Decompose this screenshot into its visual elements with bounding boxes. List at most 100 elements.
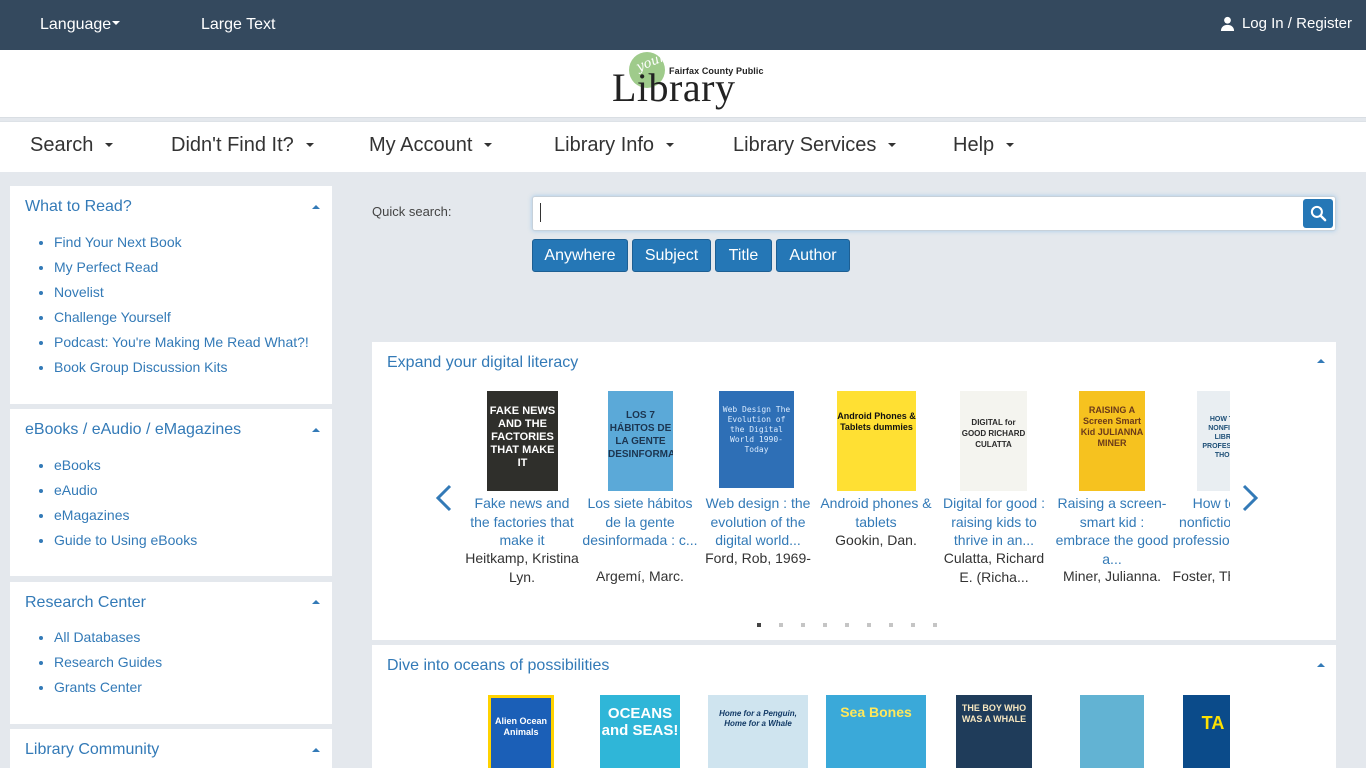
pagination-dot[interactable] [801,623,805,627]
panel-list: eBooks eAudio eMagazines Guide to Using … [54,453,197,553]
carousel-prev-arrow-icon[interactable] [434,483,454,513]
book-cover[interactable]: Home for a Penguin, Home for a Whale [708,695,808,768]
book-cover[interactable]: OCEANS and SEAS! [600,695,680,768]
nav-didnt-find-it[interactable]: Didn't Find It? [171,134,314,157]
pagination-dot[interactable] [845,623,849,627]
book-author: Argemí, Marc. [596,568,684,584]
caret-down-icon [305,143,314,147]
pagination-dot[interactable] [757,623,761,627]
pagination-dot[interactable] [889,623,893,627]
sidebar-panel-ebooks: eBooks / eAudio / eMagazines eBooks eAud… [10,409,332,576]
book-cover[interactable]: Web Design The Evolution of the Digital … [719,391,794,488]
top-bar: Language Large Text Log In / Register [0,0,1366,50]
book-cover[interactable]: HOW TO BE NONFICTION LIBRARY PROFESSIONA… [1197,391,1230,491]
nav-my-account[interactable]: My Account [369,134,493,157]
book-cover[interactable]: TA [1183,695,1230,768]
book-cover[interactable]: FAKE NEWS AND THE FACTORIES THAT MAKE IT [487,391,558,491]
sidebar-link[interactable]: Novelist [54,284,104,300]
sidebar-link[interactable]: Research Guides [54,654,162,670]
cover-text: DIGITAL for GOOD RICHARD CULATTA [961,418,1026,449]
main-nav: Search Didn't Find It? My Account Librar… [0,121,1366,172]
large-text-toggle[interactable]: Large Text [201,16,275,34]
caret-down-icon [484,143,493,147]
pagination-dot[interactable] [911,623,915,627]
book-title-link[interactable]: Digital for good : raising kids to thriv… [936,494,1052,550]
book-title-link[interactable]: Los siete hábitos de la gente desinforma… [582,494,698,550]
collapse-caret-icon[interactable] [1317,359,1325,363]
collapse-caret-icon[interactable] [312,428,320,432]
caret-down-icon [1006,143,1015,147]
book-cover[interactable] [1080,695,1144,768]
nav-help[interactable]: Help [953,134,1015,157]
sidebar-link[interactable]: Podcast: You're Making Me Read What?! [54,334,309,350]
carousel-pagination [757,623,937,627]
list-item: Research Guides [54,650,162,675]
sidebar-link[interactable]: My Perfect Read [54,259,158,275]
book-title-link[interactable]: Raising a screen-smart kid : embrace the… [1054,494,1170,568]
cover-text: LOS 7 HÁBITOS DE LA GENTE DESINFORMADA [608,410,673,460]
book-title-link[interactable]: Android phones & tablets [818,494,934,531]
language-dropdown[interactable]: Language [40,16,121,34]
carousel-next-arrow-icon[interactable] [1240,483,1260,513]
book-cover[interactable]: Android Phones & Tablets dummies [837,391,916,491]
sidebar-link[interactable]: Challenge Yourself [54,309,171,325]
list-item: Guide to Using eBooks [54,528,197,553]
panel-title[interactable]: eBooks / eAudio / eMagazines [25,421,241,439]
scope-anywhere-button[interactable]: Anywhere [532,239,628,272]
sidebar-link[interactable]: eMagazines [54,507,130,523]
pagination-dot[interactable] [867,623,871,627]
panel-title[interactable]: Research Center [25,594,146,612]
scope-author-button[interactable]: Author [776,239,850,272]
book-cover[interactable]: Alien Ocean Animals [488,695,554,768]
collapse-caret-icon[interactable] [1317,663,1325,667]
cover-text: THE BOY WHO WAS A WHALE [961,703,1027,724]
nav-search[interactable]: Search [30,134,114,157]
sidebar-panel-what-to-read: What to Read? Find Your Next Book My Per… [10,186,332,404]
nav-label: Help [953,134,995,156]
panel-title[interactable]: Library Community [25,741,159,759]
login-register-link[interactable]: Log In / Register [1220,15,1352,32]
book-title-link[interactable]: Web design : the evolution of the digita… [700,494,816,550]
nav-library-info[interactable]: Library Info [554,134,675,157]
cover-text: Home for a Penguin, Home for a Whale [719,709,797,728]
quick-search-input[interactable] [532,196,1336,231]
pagination-dot[interactable] [823,623,827,627]
book-cover[interactable]: Sea Bones [826,695,926,768]
sidebar-link[interactable]: Book Group Discussion Kits [54,359,228,375]
section-title: Expand your digital literacy [387,354,579,371]
collapse-caret-icon[interactable] [312,205,320,209]
collapse-caret-icon[interactable] [312,748,320,752]
book-cover[interactable]: DIGITAL for GOOD RICHARD CULATTA [960,391,1027,491]
sidebar-link[interactable]: eAudio [54,482,98,498]
list-item: Challenge Yourself [54,305,309,330]
sidebar-link[interactable]: eBooks [54,457,101,473]
sidebar-link[interactable]: Find Your Next Book [54,234,182,250]
scope-title-button[interactable]: Title [715,239,772,272]
book-author: Culatta, Richard E. (Richa... [943,550,1045,585]
sidebar-link[interactable]: Grants Center [54,679,142,695]
user-icon [1220,16,1234,31]
nav-label: Library Services [733,134,877,156]
nav-library-services[interactable]: Library Services [733,134,897,157]
scope-subject-button[interactable]: Subject [632,239,711,272]
library-logo[interactable]: your Fairfax County Public Library [612,50,764,118]
sidebar-link[interactable]: All Databases [54,629,140,645]
caret-down-icon [112,21,121,25]
sidebar-panel-research-center: Research Center All Databases Research G… [10,582,332,724]
caret-down-icon [666,143,675,147]
list-item: Book Group Discussion Kits [54,355,309,380]
book-cover[interactable]: THE BOY WHO WAS A WHALE [956,695,1032,768]
book-cover[interactable]: LOS 7 HÁBITOS DE LA GENTE DESINFORMADA [608,391,673,491]
book-cover[interactable]: RAISING A Screen Smart Kid JULIANNA MINE… [1079,391,1145,491]
pagination-dot[interactable] [779,623,783,627]
search-button[interactable] [1303,199,1333,228]
book-author: Gookin, Dan. [835,532,917,548]
section-title: Dive into oceans of possibilities [387,657,610,674]
collapse-caret-icon[interactable] [312,600,320,604]
book-title-link[interactable]: How to be a nonfiction library professio… [1172,494,1230,550]
cover-text: RAISING A Screen Smart Kid JULIANNA MINE… [1080,405,1144,448]
sidebar-link[interactable]: Guide to Using eBooks [54,532,197,548]
pagination-dot[interactable] [933,623,937,627]
panel-title[interactable]: What to Read? [25,198,132,216]
book-title-link[interactable]: Fake news and the factories that make it [464,494,580,550]
